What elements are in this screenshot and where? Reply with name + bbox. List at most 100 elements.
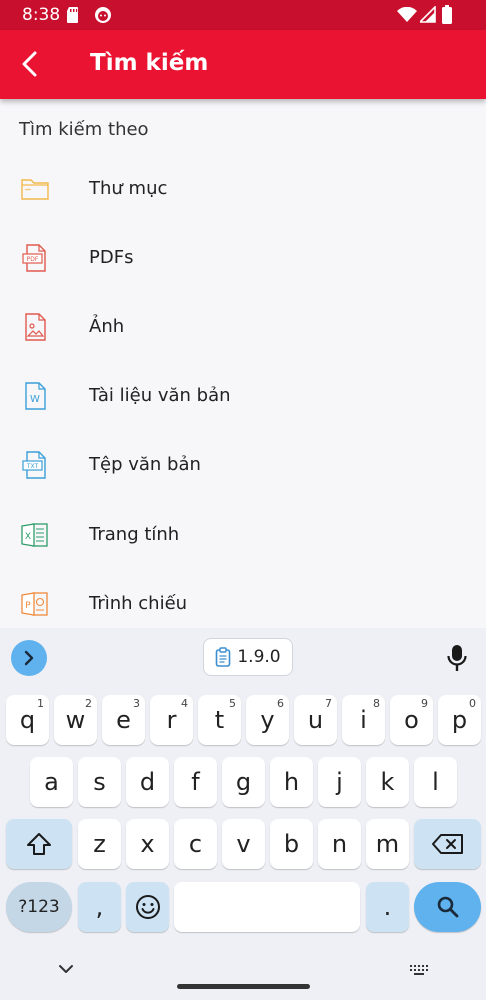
key-b[interactable]: b	[270, 819, 313, 869]
key-c[interactable]: c	[174, 819, 217, 869]
search-item-label: Trình chiếu	[89, 593, 188, 614]
search-by-label: Tìm kiếm theo	[19, 119, 149, 140]
search-item-pdfs[interactable]: PDF PDFs	[0, 223, 486, 292]
key-hint: 5	[229, 697, 236, 710]
key-g[interactable]: g	[222, 757, 265, 807]
key-f[interactable]: f	[174, 757, 217, 807]
search-item-label: Thư mục	[89, 178, 168, 199]
key-q[interactable]: q1	[6, 695, 49, 745]
key-hint: 6	[277, 697, 284, 710]
key-hint: 0	[469, 697, 476, 710]
key-z[interactable]: z	[78, 819, 121, 869]
key-t[interactable]: t5	[198, 695, 241, 745]
key-n[interactable]: n	[318, 819, 361, 869]
space-key[interactable]	[174, 882, 360, 932]
key-i[interactable]: i8	[342, 695, 385, 745]
key-hint: 3	[133, 697, 140, 710]
status-time: 8:38	[22, 5, 61, 25]
key-label: u	[307, 706, 324, 734]
key-label: p	[451, 706, 468, 734]
backspace-key[interactable]	[414, 819, 481, 869]
svg-text:TXT: TXT	[26, 463, 39, 470]
key-hint: 9	[421, 697, 428, 710]
search-item-spreadsheets[interactable]: X Trang tính	[0, 500, 486, 569]
wifi-icon	[397, 7, 417, 22]
navigation-bar	[0, 944, 486, 1000]
key-o[interactable]: o9	[390, 695, 433, 745]
svg-text:W: W	[30, 394, 40, 405]
key-w[interactable]: w2	[54, 695, 97, 745]
clipboard-icon	[216, 647, 231, 667]
image-file-icon	[25, 313, 46, 341]
hide-keyboard-icon[interactable]	[58, 964, 74, 974]
clipboard-suggestion-chip[interactable]: 1.9.0	[203, 638, 293, 676]
svg-text:PDF: PDF	[27, 256, 39, 263]
key-m[interactable]: m	[366, 819, 409, 869]
shift-arrow-icon	[27, 833, 51, 855]
microphone-icon[interactable]	[446, 644, 468, 672]
key-p[interactable]: p0	[438, 695, 481, 745]
key-j[interactable]: j	[318, 757, 361, 807]
app-bar: Tìm kiếm	[0, 30, 486, 99]
search-item-label: Tài liệu văn bản	[89, 385, 231, 406]
keyboard-toolbar-expand-button[interactable]	[11, 640, 47, 676]
key-label: i	[360, 706, 367, 734]
search-item-folders[interactable]: Thư mục	[0, 154, 486, 223]
comma-key[interactable]: ,	[78, 882, 121, 932]
search-icon	[437, 896, 458, 918]
key-v[interactable]: v	[222, 819, 265, 869]
shift-key[interactable]	[6, 819, 72, 869]
key-l[interactable]: l	[414, 757, 457, 807]
search-item-text-files[interactable]: TXT Tệp văn bản	[0, 430, 486, 499]
period-key[interactable]: .	[366, 882, 409, 932]
search-item-label: Trang tính	[89, 524, 180, 545]
svg-text:X: X	[25, 532, 31, 542]
key-hint: 4	[181, 697, 188, 710]
key-x[interactable]: x	[126, 819, 169, 869]
search-item-label: PDFs	[89, 247, 134, 268]
search-item-images[interactable]: Ảnh	[0, 292, 486, 361]
key-e[interactable]: e3	[102, 695, 145, 745]
signal-icon	[420, 6, 436, 23]
key-y[interactable]: y6	[246, 695, 289, 745]
key-r[interactable]: r4	[150, 695, 193, 745]
key-label: r	[166, 706, 177, 734]
backspace-icon	[431, 834, 463, 854]
clipboard-chip-text: 1.9.0	[237, 647, 281, 667]
search-item-label: Ảnh	[89, 316, 125, 337]
key-label: y	[260, 706, 275, 734]
battery-icon	[442, 5, 452, 24]
emoji-key[interactable]	[126, 882, 169, 932]
home-gesture-handle[interactable]	[177, 984, 310, 989]
powerpoint-file-icon: P	[21, 592, 48, 616]
back-button[interactable]	[10, 44, 50, 84]
key-d[interactable]: d	[126, 757, 169, 807]
key-label: e	[116, 706, 131, 734]
search-item-documents[interactable]: W Tài liệu văn bản	[0, 361, 486, 430]
key-a[interactable]: a	[30, 757, 73, 807]
svg-text:P: P	[25, 601, 31, 611]
key-hint: 7	[325, 697, 332, 710]
page-title: Tìm kiếm	[90, 50, 209, 76]
chevron-right-icon	[24, 650, 34, 666]
sd-card-icon	[67, 7, 78, 23]
key-u[interactable]: u7	[294, 695, 337, 745]
back-arrow-icon	[22, 51, 37, 77]
symbols-key[interactable]: ?123	[6, 882, 72, 932]
key-h[interactable]: h	[270, 757, 313, 807]
key-label: t	[214, 706, 225, 734]
emoji-icon	[135, 895, 160, 919]
app-notification-icon	[95, 7, 111, 23]
key-label: q	[19, 706, 36, 734]
key-hint: 1	[37, 697, 44, 710]
search-item-label: Tệp văn bản	[89, 454, 201, 475]
excel-file-icon: X	[21, 523, 48, 547]
key-s[interactable]: s	[78, 757, 121, 807]
folder-icon	[21, 179, 49, 200]
txt-file-icon: TXT	[22, 451, 46, 479]
pdf-file-icon: PDF	[22, 244, 46, 272]
search-action-key[interactable]	[414, 882, 481, 932]
keyboard-switch-icon[interactable]	[409, 964, 431, 976]
word-file-icon: W	[25, 382, 46, 410]
key-k[interactable]: k	[366, 757, 409, 807]
